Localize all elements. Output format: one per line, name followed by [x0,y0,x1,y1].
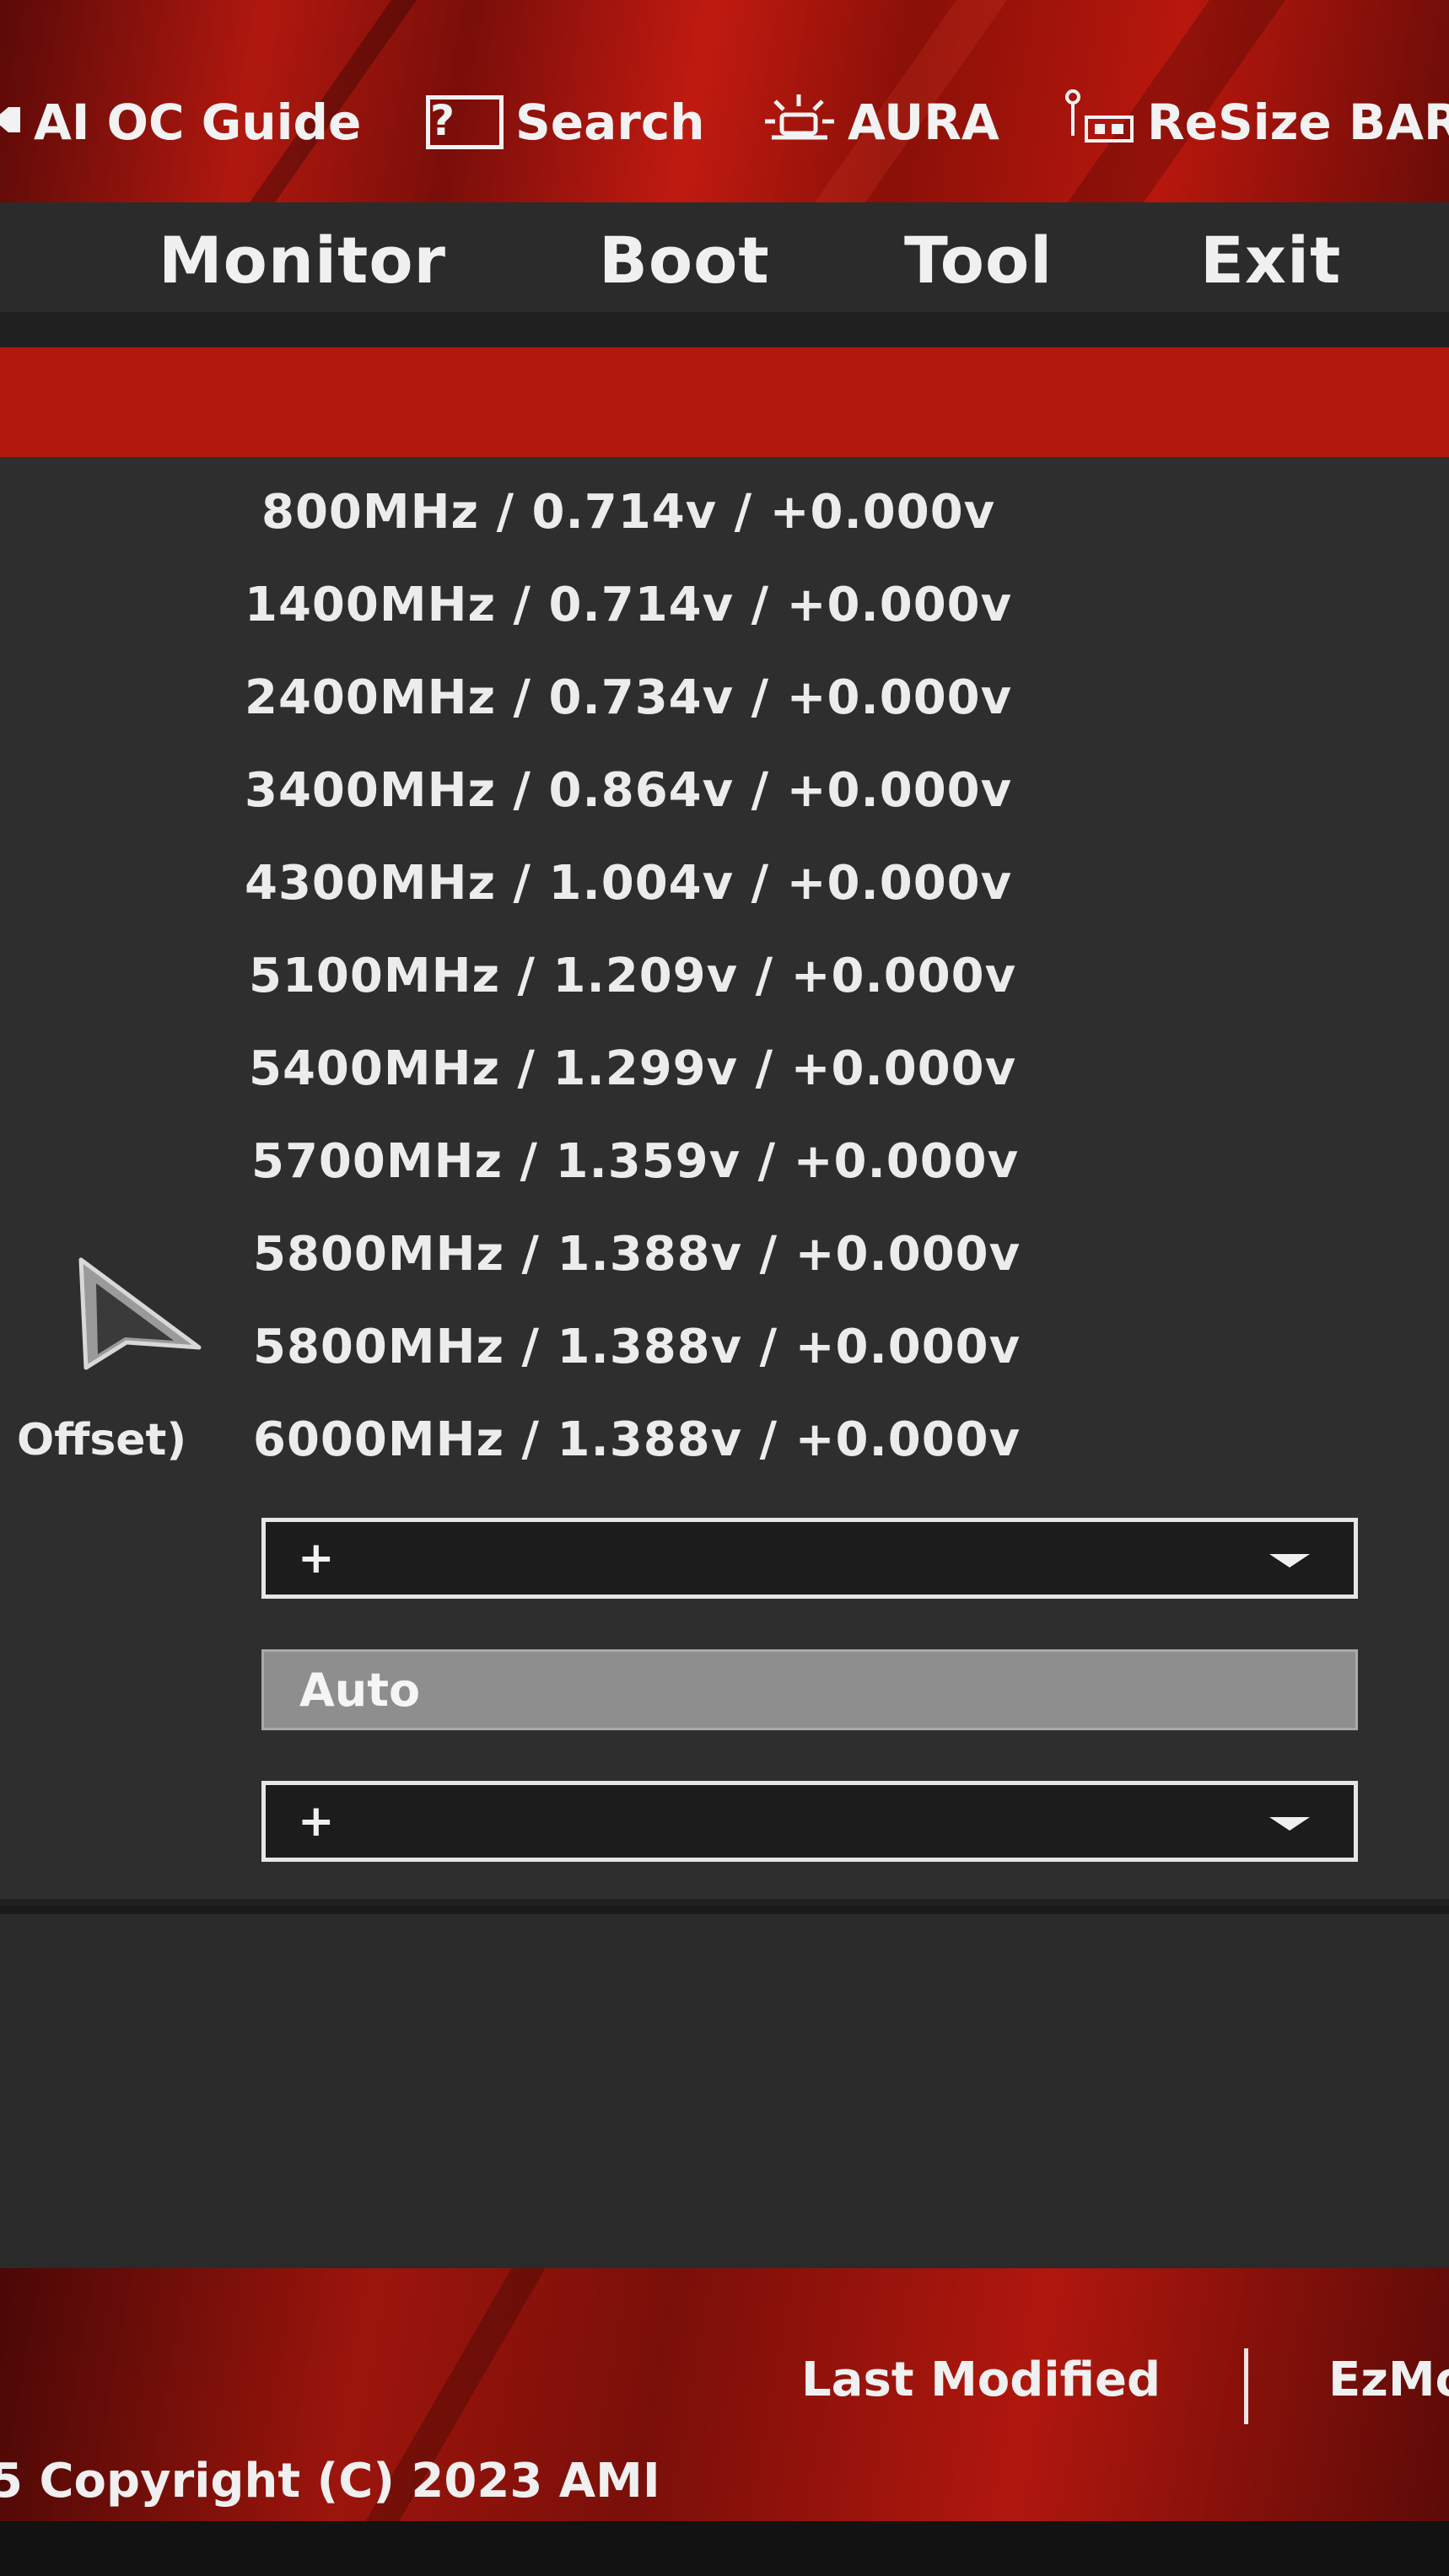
offset-value-field[interactable]: Auto [261,1649,1358,1730]
aura-label: AURA [848,94,999,151]
vf-point-9: 5800MHz / 1.388v / +0.000v [253,1227,1021,1282]
aura-button[interactable]: AURA [763,89,999,156]
tab-partial[interactable]: l [0,223,6,298]
vf-point-10: 5800MHz / 1.388v / +0.000v [253,1320,1021,1374]
tab-tool[interactable]: Tool [904,223,1053,298]
ai-oc-guide-button[interactable]: AI OC Guide [0,89,361,156]
search-help-icon: ? [426,95,504,149]
vf-point-7: 5400MHz / 1.299v / +0.000v [249,1041,1017,1096]
panel-header-bar [0,347,1449,457]
chevron-down-icon [1269,1817,1310,1831]
offset-value-text: Auto [299,1663,421,1717]
offset-sign-dropdown[interactable]: + [261,1518,1358,1599]
search-label: Search [515,94,705,151]
resize-bar-button[interactable]: ReSize BAR [1063,89,1449,156]
second-sign-value: + [298,1796,335,1847]
vf-point-1: 800MHz / 0.714v / +0.000v [261,485,996,540]
help-description-area [0,1914,1449,2268]
search-button[interactable]: ? Search [426,89,705,156]
ezmode-button[interactable]: EzMo [1328,2353,1449,2407]
vf-point-2: 1400MHz / 0.714v / +0.000v [245,578,1013,632]
vf-point-4: 3400MHz / 0.864v / +0.000v [245,763,1013,818]
footer-divider [1244,2348,1248,2424]
top-toolbar: AI OC Guide ? Search AURA ReSize BAR [0,0,1449,202]
ai-oc-guide-icon [0,94,22,151]
vf-point-11: 6000MHz / 1.388v / +0.000v [253,1412,1021,1467]
vf-point-6: 5100MHz / 1.209v / +0.000v [249,949,1017,1003]
footer-bar: Last Modified EzMo 5 Copyright (C) 2023 … [0,2268,1449,2576]
footer-bottom-edge [0,2521,1449,2576]
last-modified-button[interactable]: Last Modified [801,2353,1161,2407]
chevron-down-icon [1269,1554,1310,1568]
vf-point-5: 4300MHz / 1.004v / +0.000v [245,856,1013,911]
copyright-text: 5 Copyright (C) 2023 AMI [0,2454,660,2509]
ai-oc-guide-label: AI OC Guide [34,94,362,151]
offset-sign-value: + [298,1533,335,1584]
vf-point-8: 5700MHz / 1.359v / +0.000v [251,1134,1020,1189]
aura-lighting-icon [763,91,836,153]
offset-row-label: Offset) [17,1415,187,1465]
main-menu-bar: l Monitor Boot Tool Exit [0,202,1449,315]
mouse-cursor-icon [74,1255,209,1376]
tab-monitor[interactable]: Monitor [159,223,446,298]
resize-bar-label: ReSize BAR [1147,94,1449,151]
tab-boot[interactable]: Boot [599,223,770,298]
vf-point-3: 2400MHz / 0.734v / +0.000v [245,670,1013,725]
resize-bar-icon [1063,89,1135,156]
tab-exit[interactable]: Exit [1200,223,1341,298]
second-sign-dropdown[interactable]: + [261,1781,1358,1862]
